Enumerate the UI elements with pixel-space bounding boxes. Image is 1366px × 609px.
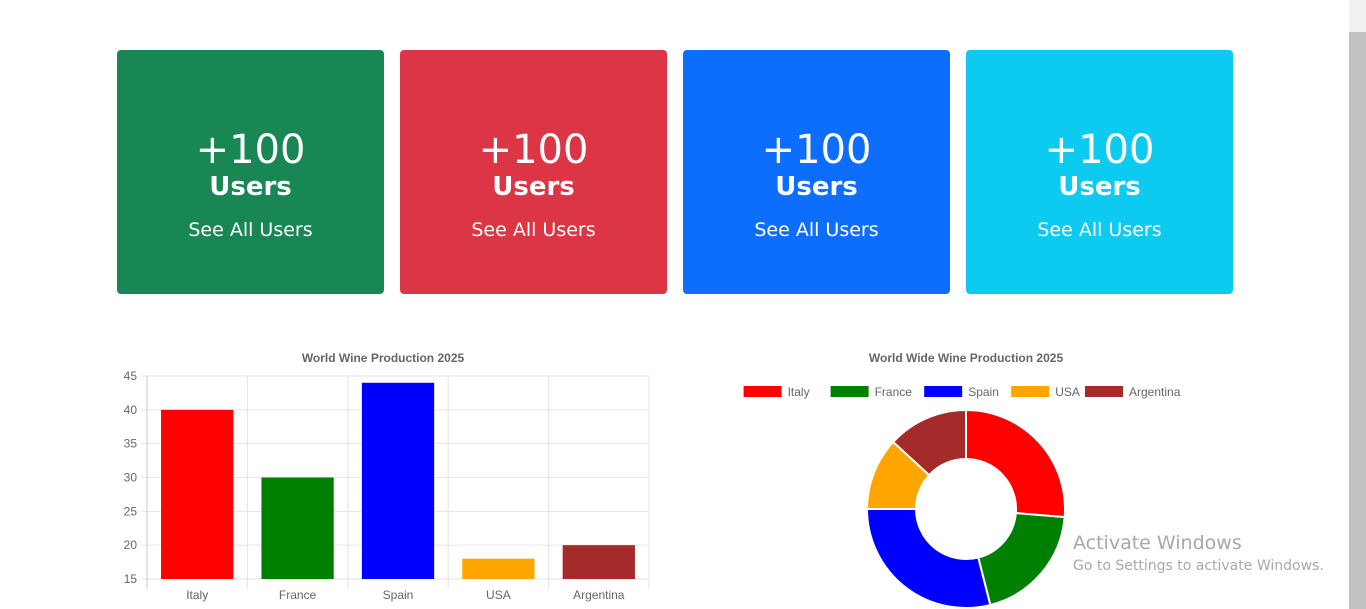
y-tick-label: 45 xyxy=(124,369,138,383)
bar-argentina[interactable] xyxy=(562,545,635,579)
x-tick-label: Argentina xyxy=(573,588,625,602)
watermark-title: Activate Windows xyxy=(1073,532,1242,554)
doughnut-chart-title: World Wide Wine Production 2025 xyxy=(868,351,1064,365)
y-tick-label: 20 xyxy=(124,538,138,552)
legend-label-usa[interactable]: USA xyxy=(1055,385,1080,399)
legend-swatch-spain[interactable] xyxy=(924,386,963,397)
y-tick-label: 40 xyxy=(124,403,138,417)
bar-france[interactable] xyxy=(261,477,334,580)
x-tick-label: USA xyxy=(486,588,511,602)
legend-swatch-france[interactable] xyxy=(830,386,869,397)
stat-title: Users xyxy=(1058,172,1141,202)
bar-spain[interactable] xyxy=(361,382,435,579)
x-tick-label: Spain xyxy=(383,588,414,602)
stat-card-cyan: +100 Users See All Users xyxy=(966,50,1233,294)
legend-label-france[interactable]: France xyxy=(875,385,913,399)
scrollbar-thumb[interactable] xyxy=(1349,32,1366,609)
x-tick-label: France xyxy=(279,588,317,602)
legend-label-spain[interactable]: Spain xyxy=(968,385,999,399)
y-tick-label: 25 xyxy=(124,504,138,518)
watermark-subtitle: Go to Settings to activate Windows. xyxy=(1073,558,1324,574)
legend-label-argentina[interactable]: Argentina xyxy=(1129,385,1181,399)
legend-swatch-usa[interactable] xyxy=(1011,386,1050,397)
stat-value: +100 xyxy=(1044,127,1155,173)
bar-italy[interactable] xyxy=(161,409,234,579)
x-tick-label: Italy xyxy=(186,588,208,602)
legend-swatch-argentina[interactable] xyxy=(1085,386,1123,397)
legend-swatch-italy[interactable] xyxy=(743,386,782,397)
vertical-scrollbar[interactable] xyxy=(1349,0,1366,609)
stat-title: Users xyxy=(775,172,858,202)
stat-card-blue: +100 Users See All Users xyxy=(683,50,950,294)
slice-france[interactable] xyxy=(977,512,1066,607)
bar-chart: 15 20 25 30 35 40 45 Italy France Spain USA Argenti… xyxy=(124,369,650,602)
see-all-users-link[interactable]: See All Users xyxy=(966,221,1233,240)
see-all-users-link[interactable]: See All Users xyxy=(683,221,950,240)
bar-usa[interactable] xyxy=(462,558,535,579)
stat-value: +100 xyxy=(761,127,872,173)
y-tick-label: 35 xyxy=(124,437,138,451)
y-tick-label: 30 xyxy=(124,471,138,485)
activation-watermark: Activate Windows Go to Settings to activ… xyxy=(1073,532,1324,576)
slice-spain[interactable] xyxy=(865,508,992,609)
slice-italy[interactable] xyxy=(965,408,1066,519)
legend-label-italy[interactable]: Italy xyxy=(788,385,810,399)
y-tick-label: 15 xyxy=(124,572,138,586)
